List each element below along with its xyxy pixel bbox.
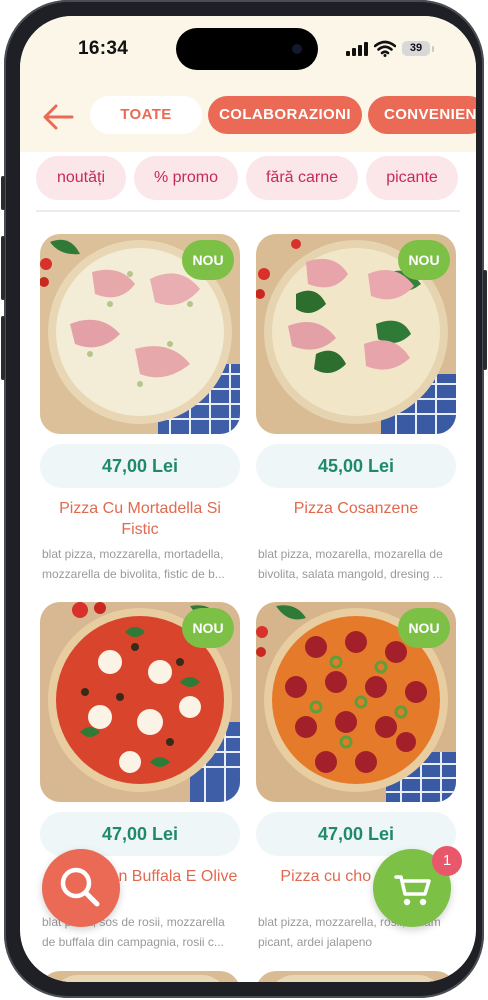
tab-toate[interactable]: TOATE <box>90 96 202 134</box>
status-bar: 16:34 39 <box>20 16 476 90</box>
product-description: blat pizza, mozzarella, mortadella, mozz… <box>42 544 238 584</box>
filter-chips: noutăți % promo fără carne picante <box>20 152 476 210</box>
wifi-icon <box>374 40 396 57</box>
product-card-partial[interactable] <box>40 971 240 982</box>
product-image[interactable]: NOU <box>40 602 240 802</box>
divider <box>36 210 460 212</box>
signal-icon <box>346 42 368 56</box>
power-button <box>483 270 487 370</box>
tab-colaborazioni[interactable]: COLABORAZIONI <box>208 96 362 134</box>
product-price: 45,00 Lei <box>256 444 456 488</box>
product-name: Pizza Cu Mortadella Si Fistic <box>59 500 221 538</box>
product-card[interactable]: NOU 47,00 Lei Pizza Cu Mortadella Si Fis… <box>40 234 240 581</box>
volume-up-button <box>1 236 5 300</box>
chip-picante[interactable]: picante <box>366 156 458 200</box>
category-header: TOATE COLABORAZIONI CONVENIEN <box>20 90 476 152</box>
cart-count-badge: 1 <box>432 846 462 876</box>
search-button[interactable] <box>42 849 120 927</box>
phone-frame: 16:34 39 TOATE COLABORAZIONI CONVENIEN n… <box>1 0 487 998</box>
product-description-text: blat pizza, mozarella, mozarella de bivo… <box>258 547 443 581</box>
new-badge: NOU <box>182 608 234 648</box>
battery-icon: 39 <box>402 41 434 56</box>
product-description: blat pizza, mozarella, mozarella de bivo… <box>258 544 454 584</box>
product-card[interactable]: NOU 47,00 Lei sca Con Buffala E Olive bl… <box>40 602 240 949</box>
battery-level: 39 <box>409 42 423 54</box>
arrow-left-icon[interactable] <box>42 104 74 130</box>
product-description-text: blat pizza, mozzarella, mortadella, mozz… <box>42 547 225 581</box>
chip-fara-carne[interactable]: fără carne <box>246 156 358 200</box>
new-badge: NOU <box>398 240 450 280</box>
product-card-partial[interactable] <box>256 971 456 982</box>
app-screen: 16:34 39 TOATE COLABORAZIONI CONVENIEN n… <box>20 16 476 982</box>
product-image[interactable]: NOU <box>256 234 456 434</box>
product-name: Pizza Cosanzene <box>293 500 419 517</box>
new-badge: NOU <box>398 608 450 648</box>
search-icon <box>60 867 100 907</box>
product-image[interactable]: NOU <box>40 234 240 434</box>
tab-convenien[interactable]: CONVENIEN <box>368 96 476 134</box>
status-time: 16:34 <box>78 38 129 59</box>
product-card[interactable]: NOU 45,00 Lei Pizza Cosanzene blat pizza… <box>256 234 456 581</box>
product-card[interactable]: NOU 47,00 Lei Pizza cu cho Jalapen blat … <box>256 602 456 949</box>
chip-promo[interactable]: % promo <box>134 156 238 200</box>
volume-down-button <box>1 316 5 380</box>
dynamic-island <box>176 28 318 70</box>
pizza-image-partial <box>52 975 228 982</box>
camera-icon <box>292 44 302 54</box>
new-badge: NOU <box>182 240 234 280</box>
product-image[interactable]: NOU <box>256 602 456 802</box>
product-price: 47,00 Lei <box>40 444 240 488</box>
pizza-image-partial <box>268 975 444 982</box>
chip-noutati[interactable]: noutăți <box>36 156 126 200</box>
mute-switch <box>1 176 5 210</box>
